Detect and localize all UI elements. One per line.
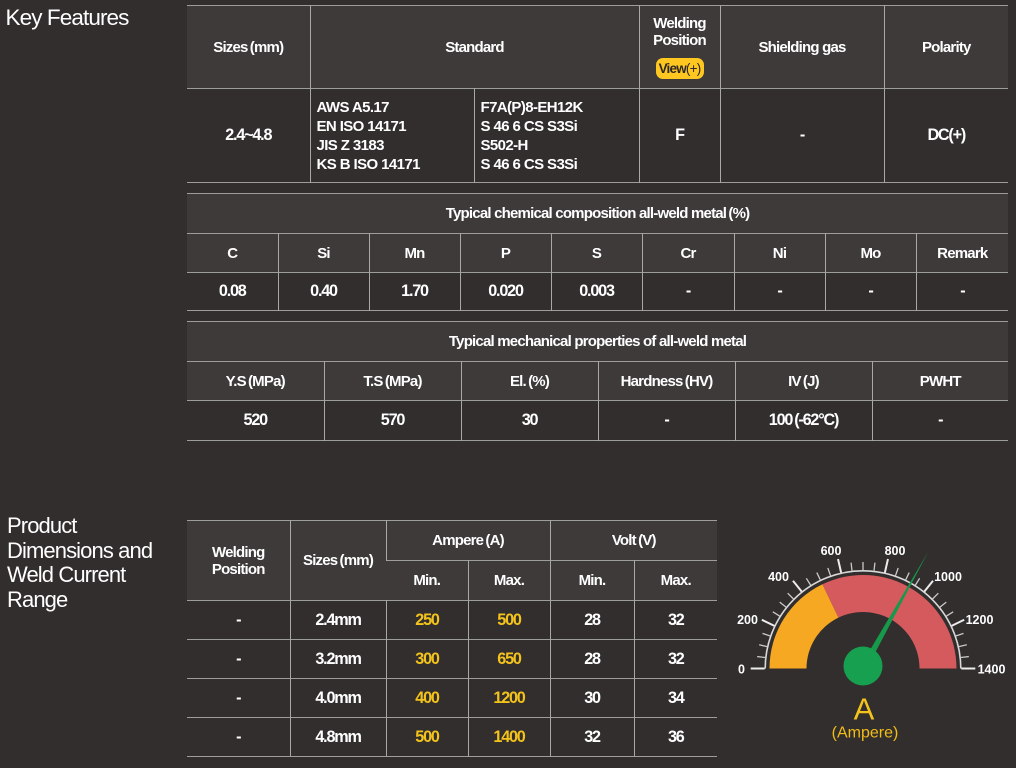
svg-text:1000: 1000 [934, 570, 962, 584]
svg-text:0: 0 [738, 663, 745, 677]
svg-text:600: 600 [821, 544, 842, 558]
svg-text:(Ampere): (Ampere) [832, 725, 899, 742]
svg-text:200: 200 [737, 613, 758, 627]
svg-text:A: A [854, 692, 875, 727]
svg-text:400: 400 [768, 570, 789, 584]
svg-text:800: 800 [885, 544, 906, 558]
svg-text:1400: 1400 [978, 663, 1006, 677]
svg-text:1200: 1200 [966, 613, 994, 627]
